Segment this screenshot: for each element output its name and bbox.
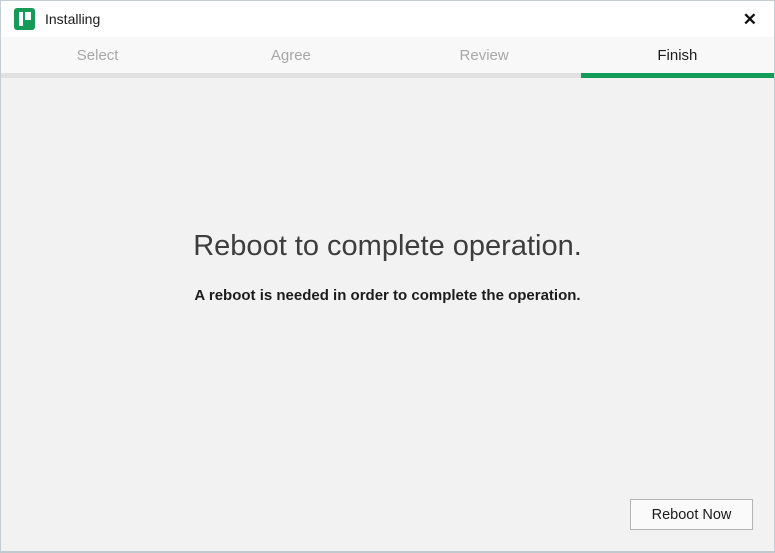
close-icon[interactable]: ✕ — [739, 9, 761, 30]
installer-window: Installing ✕ Select Agree Review Finish … — [0, 0, 775, 553]
tab-agree[interactable]: Agree — [194, 37, 387, 78]
tab-select[interactable]: Select — [1, 37, 194, 78]
tab-finish[interactable]: Finish — [581, 37, 774, 78]
window-title: Installing — [45, 11, 100, 27]
reboot-now-button[interactable]: Reboot Now — [630, 499, 753, 530]
wizard-step-bar: Select Agree Review Finish — [1, 37, 774, 78]
title-bar: Installing ✕ — [1, 1, 774, 37]
tab-review[interactable]: Review — [388, 37, 581, 78]
content-area: Reboot to complete operation. A reboot i… — [1, 78, 774, 551]
package-manager-icon-glyph — [25, 12, 31, 20]
package-manager-icon-glyph — [19, 12, 23, 26]
page-subtitle: A reboot is needed in order to complete … — [1, 287, 774, 304]
page-title: Reboot to complete operation. — [1, 78, 774, 263]
package-manager-icon — [14, 8, 35, 30]
